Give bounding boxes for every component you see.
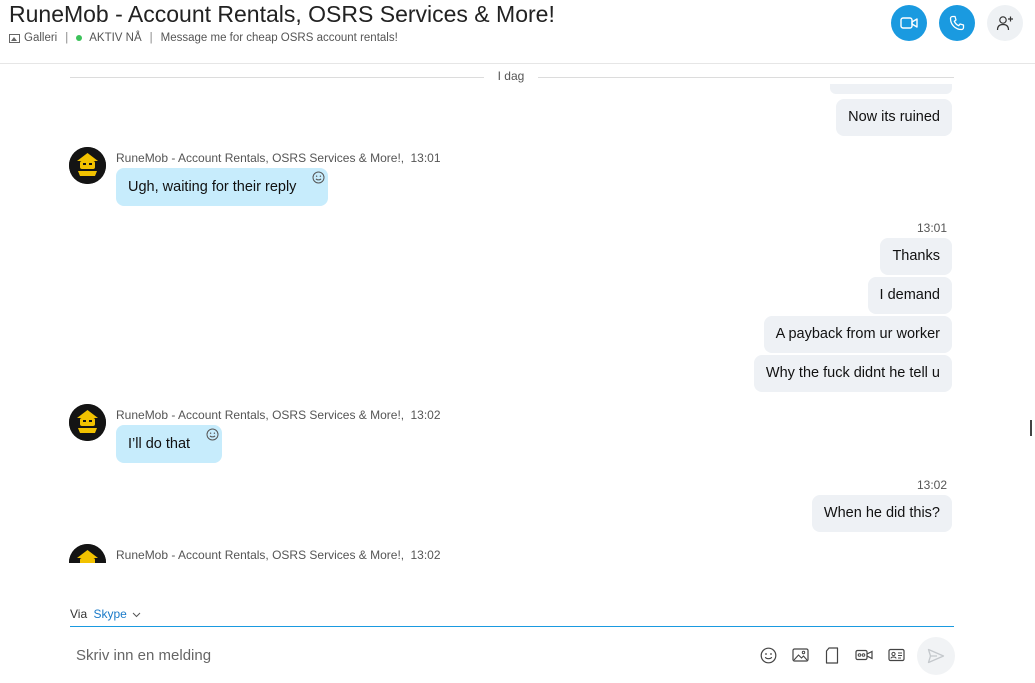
add-people-button[interactable]: [987, 5, 1023, 41]
composer-focus-line: [70, 626, 954, 627]
sender-name: RuneMob - Account Rentals, OSRS Services…: [116, 548, 405, 562]
conversation-header: RuneMob - Account Rentals, OSRS Services…: [0, 0, 1035, 64]
contact-avatar[interactable]: [69, 404, 106, 441]
outgoing-message[interactable]: When he did this?: [811, 495, 952, 532]
runemob-logo-icon: [69, 544, 106, 563]
runemob-logo-icon: [69, 147, 106, 184]
separator: |: [149, 32, 153, 44]
phone-icon: [949, 15, 965, 31]
text-cursor-indicator: [1030, 420, 1032, 436]
message-time: 13:02: [410, 548, 441, 562]
video-message-icon: [855, 649, 873, 661]
message-text: I’ll do that: [128, 436, 191, 452]
emoji-icon: [760, 647, 776, 663]
gallery-icon[interactable]: [9, 33, 20, 43]
mood-message: Message me for cheap OSRS account rental…: [160, 32, 398, 44]
send-file-button[interactable]: [823, 646, 841, 664]
message-time: 13:02: [916, 478, 947, 492]
outgoing-message[interactable]: Now its ruined: [836, 99, 952, 136]
separator: |: [65, 32, 69, 44]
conversation-title[interactable]: RuneMob - Account Rentals, OSRS Services…: [9, 1, 555, 28]
message-sender: RuneMob - Account Rentals, OSRS Services…: [116, 408, 441, 422]
contact-avatar[interactable]: [69, 147, 106, 184]
message-input[interactable]: [76, 645, 716, 665]
online-status-icon: [76, 35, 83, 41]
file-icon: [825, 646, 839, 664]
send-image-button[interactable]: [791, 646, 809, 664]
sender-name: RuneMob - Account Rentals, OSRS Services…: [116, 408, 405, 422]
chat-window: RuneMob - Account Rentals, OSRS Services…: [0, 0, 1035, 683]
via-label: Via: [70, 607, 88, 621]
add-reaction-icon[interactable]: [206, 428, 219, 441]
incoming-message[interactable]: Ugh, waiting for their reply: [116, 168, 329, 206]
message-sender: RuneMob - Account Rentals, OSRS Services…: [116, 548, 441, 562]
divider-line: [538, 77, 954, 78]
emoji-button[interactable]: [759, 646, 777, 664]
message-bubble-fragment: [830, 84, 952, 94]
video-message-button[interactable]: [855, 646, 873, 664]
contact-card-icon: [887, 648, 905, 662]
runemob-logo-icon: [69, 404, 106, 441]
via-selector[interactable]: Via Skype: [70, 607, 141, 621]
message-list[interactable]: I dag Now its ruined RuneMob - Account R…: [0, 64, 1035, 563]
day-divider: I dag: [70, 69, 954, 85]
contact-avatar[interactable]: [69, 544, 106, 563]
via-service-link[interactable]: Skype: [93, 607, 126, 621]
message-sender: RuneMob - Account Rentals, OSRS Services…: [116, 151, 441, 165]
conversation-subline: Galleri | AKTIV NÅ | Message me for chea…: [9, 32, 398, 44]
outgoing-message[interactable]: I demand: [867, 277, 952, 314]
chevron-down-icon[interactable]: [132, 612, 141, 618]
status-text: AKTIV NÅ: [89, 32, 142, 44]
sender-name: RuneMob - Account Rentals, OSRS Services…: [116, 151, 405, 165]
message-text: Ugh, waiting for their reply: [128, 179, 297, 195]
send-contact-button[interactable]: [887, 646, 905, 664]
divider-line: [70, 77, 484, 78]
message-time: 13:01: [410, 151, 441, 165]
add-person-icon: [996, 16, 1013, 31]
outgoing-message[interactable]: Thanks: [880, 238, 952, 275]
send-icon: [927, 648, 945, 664]
message-time: 13:01: [916, 221, 947, 235]
outgoing-message[interactable]: A payback from ur worker: [763, 316, 952, 353]
outgoing-message[interactable]: Why the fuck didnt he tell u: [753, 355, 952, 392]
image-icon: [791, 648, 809, 662]
incoming-message[interactable]: I’ll do that: [116, 425, 223, 463]
day-divider-label: I dag: [497, 69, 525, 83]
message-time: 13:02: [410, 408, 441, 422]
gallery-link[interactable]: Galleri: [24, 32, 57, 44]
video-call-button[interactable]: [891, 5, 927, 41]
audio-call-button[interactable]: [939, 5, 975, 41]
video-camera-icon: [900, 17, 918, 29]
send-button[interactable]: [917, 637, 955, 675]
add-reaction-icon[interactable]: [312, 171, 325, 184]
